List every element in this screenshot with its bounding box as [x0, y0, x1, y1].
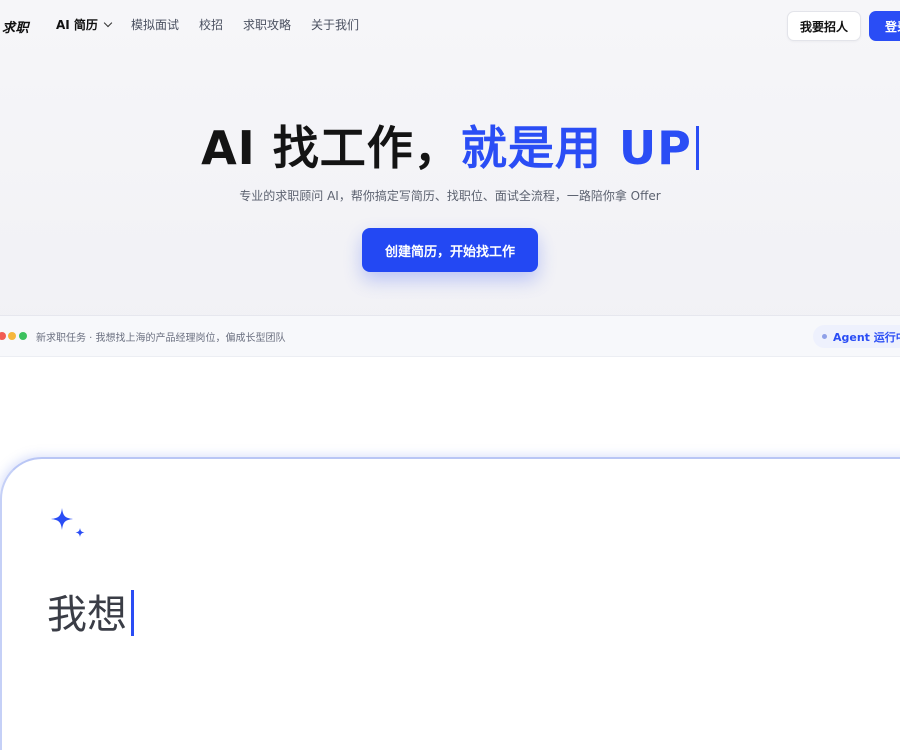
- agent-status-badge: Agent 运行中: [813, 325, 900, 348]
- login-button[interactable]: 登录: [869, 11, 900, 41]
- create-resume-button[interactable]: 创建简历，开始找工作: [362, 228, 538, 272]
- sparkle-icon: [51, 508, 85, 537]
- status-dot: [822, 334, 827, 339]
- top-nav: 求职 AI 简历 模拟面试 校招 求职攻略 关于我们 我要招人 登录: [0, 0, 900, 50]
- typing-caret: [695, 126, 699, 170]
- nav-links: AI 简历 模拟面试 校招 求职攻略 关于我们: [56, 16, 359, 33]
- recruit-button[interactable]: 我要招人: [787, 11, 861, 41]
- nav-item-ai-resume[interactable]: AI 简历: [56, 16, 113, 33]
- brand-logo[interactable]: 求职: [2, 17, 29, 36]
- window-titlebar: 新求职任务 · 我想找上海的产品经理岗位，偏成长型团队 Agent 运行中: [0, 316, 900, 357]
- nav-item-guide[interactable]: 求职攻略: [243, 16, 291, 33]
- hero-title-accent: 就是用 UP: [460, 121, 692, 175]
- agent-status-label: Agent 运行中: [833, 330, 900, 344]
- page: 求职 AI 简历 模拟面试 校招 求职攻略 关于我们 我要招人 登录 AI 找工…: [0, 0, 900, 750]
- prompt-input-text[interactable]: 我想: [47, 582, 134, 640]
- hero-subtitle: 专业的求职顾问 AI，帮你搞定写简历、找职位、面试全流程，一路陪你拿 Offer: [239, 189, 661, 203]
- nav-item-campus[interactable]: 校招: [199, 16, 223, 33]
- window-maximize-dot: [19, 332, 27, 340]
- typed-text: 我想: [47, 592, 127, 638]
- chevron-down-icon: [103, 18, 113, 28]
- window-minimize-dot: [8, 332, 16, 340]
- prompt-card[interactable]: [0, 457, 900, 750]
- nav-item-mock-interview[interactable]: 模拟面试: [131, 16, 179, 33]
- task-description: 新求职任务 · 我想找上海的产品经理岗位，偏成长型团队: [36, 333, 286, 344]
- nav-item-label: AI 简历: [56, 18, 98, 32]
- window-close-dot: [0, 332, 6, 340]
- agent-preview-window: 新求职任务 · 我想找上海的产品经理岗位，偏成长型团队 Agent 运行中 我想: [0, 315, 900, 750]
- hero-title-main: AI 找工作，: [201, 121, 461, 175]
- nav-item-about[interactable]: 关于我们: [311, 16, 359, 33]
- input-caret: [131, 590, 134, 636]
- hero-title: AI 找工作，就是用 UP: [0, 112, 900, 178]
